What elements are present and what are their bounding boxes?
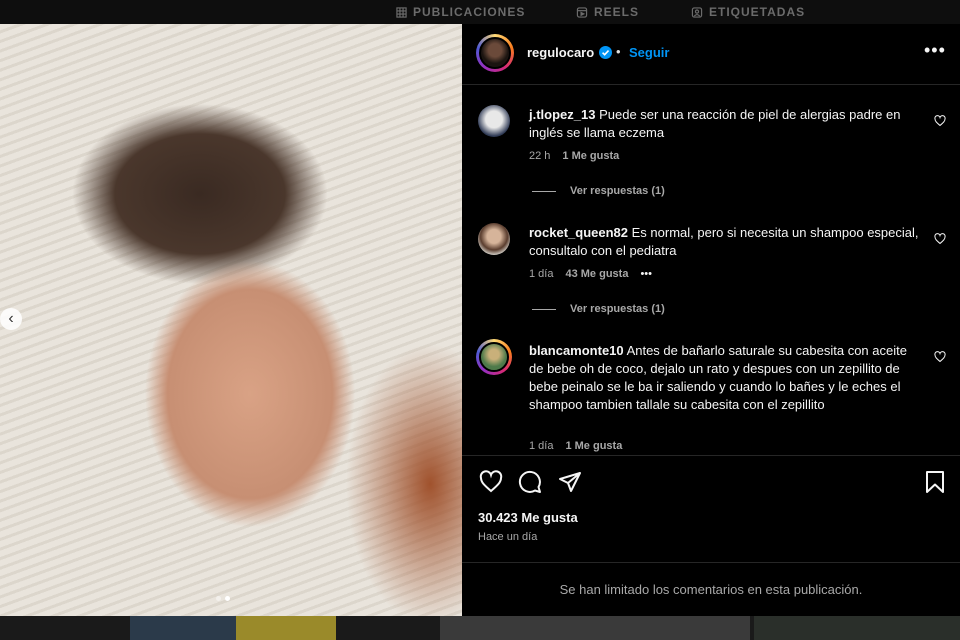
share-send-icon[interactable]	[558, 470, 582, 494]
comment-bubble-icon[interactable]	[518, 470, 542, 494]
carousel-indicator	[216, 596, 230, 601]
separator-dot: •	[616, 44, 621, 59]
comment-like-heart-icon[interactable]	[934, 351, 946, 363]
comments-limited-notice: Se han limitado los comentarios en esta …	[462, 562, 960, 617]
author-username[interactable]: regulocaro	[527, 45, 594, 60]
grid-icon	[396, 6, 407, 18]
comment-meta: 1 día 43 Me gusta •••	[529, 268, 652, 280]
comment-like-heart-icon[interactable]	[934, 233, 946, 245]
profile-tabs: PUBLICACIONES REELS ETIQUETADAS	[0, 0, 960, 24]
comment-body: blancamonte10 Antes de bañarlo saturale …	[529, 342, 921, 414]
commenter-avatar[interactable]	[476, 339, 512, 375]
comment-meta: 1 día 1 Me gusta	[529, 440, 622, 452]
grid-thumbnail[interactable]	[440, 616, 750, 640]
carousel-dot-active	[225, 596, 230, 601]
comment-likes[interactable]: 1 Me gusta	[565, 440, 622, 452]
comment-body: rocket_queen82 Es normal, pero si necesi…	[529, 224, 921, 260]
view-replies-button[interactable]: Ver respuestas (1)	[532, 185, 665, 197]
grid-thumbnail[interactable]	[130, 616, 240, 640]
comment-username[interactable]: blancamonte10	[529, 343, 624, 358]
view-replies-label: Ver respuestas (1)	[570, 185, 665, 197]
carousel-prev-button[interactable]: ‹	[0, 308, 22, 330]
post-header: regulocaro • Seguir •••	[462, 24, 960, 85]
more-options-icon[interactable]: •••	[924, 40, 946, 61]
reels-icon	[576, 6, 588, 18]
grid-thumbnail[interactable]	[754, 616, 960, 640]
view-replies-label: Ver respuestas (1)	[570, 303, 665, 315]
post-time[interactable]: Hace un día	[478, 531, 537, 543]
post-actions	[462, 455, 960, 506]
follow-button[interactable]: Seguir	[629, 45, 669, 60]
comment-meta: 22 h 1 Me gusta	[529, 150, 619, 162]
chevron-left-icon: ‹	[8, 310, 14, 327]
profile-grid-peek	[0, 616, 960, 640]
commenter-avatar[interactable]	[478, 105, 510, 137]
tab-label: REELS	[594, 5, 640, 19]
comment-username[interactable]: rocket_queen82	[529, 225, 628, 240]
tab-reels[interactable]: REELS	[576, 5, 639, 19]
comment-age[interactable]: 22 h	[529, 150, 550, 162]
tab-publicaciones[interactable]: PUBLICACIONES	[396, 5, 525, 19]
tagged-icon	[691, 6, 703, 18]
comment-likes[interactable]: 1 Me gusta	[562, 150, 619, 162]
tab-label: ETIQUETADAS	[709, 5, 806, 19]
commenter-avatar[interactable]	[478, 223, 510, 255]
like-heart-icon[interactable]	[478, 470, 504, 494]
comments-list[interactable]: j.tlopez_13 Puede ser una reacción de pi…	[462, 85, 960, 455]
tab-label: PUBLICACIONES	[413, 5, 526, 19]
post-modal: ‹ regulocaro • Seguir ••• j.tlopez_13 Pu…	[0, 24, 960, 616]
comment-username[interactable]: j.tlopez_13	[529, 107, 595, 122]
save-bookmark-icon[interactable]	[924, 470, 946, 494]
carousel-dot	[216, 596, 221, 601]
grid-thumbnail[interactable]	[236, 616, 336, 640]
verified-badge-icon	[599, 46, 612, 59]
comment-age[interactable]: 1 día	[529, 440, 553, 452]
post-sidebar: regulocaro • Seguir ••• j.tlopez_13 Pued…	[462, 24, 960, 616]
comment-options-icon[interactable]: •••	[640, 268, 652, 280]
post-photo[interactable]: ‹	[0, 24, 462, 616]
comment-likes[interactable]: 43 Me gusta	[565, 268, 628, 280]
author-avatar[interactable]	[476, 34, 514, 72]
comment-age[interactable]: 1 día	[529, 268, 553, 280]
view-replies-button[interactable]: Ver respuestas (1)	[532, 303, 665, 315]
tab-etiquetadas[interactable]: ETIQUETADAS	[691, 5, 805, 19]
comment-like-heart-icon[interactable]	[934, 115, 946, 127]
comment-body: j.tlopez_13 Puede ser una reacción de pi…	[529, 106, 921, 142]
likes-count[interactable]: 30.423 Me gusta	[478, 510, 578, 525]
